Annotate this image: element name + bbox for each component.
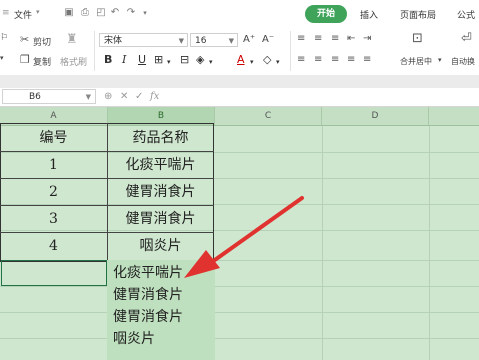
annotation-arrow-icon	[184, 196, 304, 278]
